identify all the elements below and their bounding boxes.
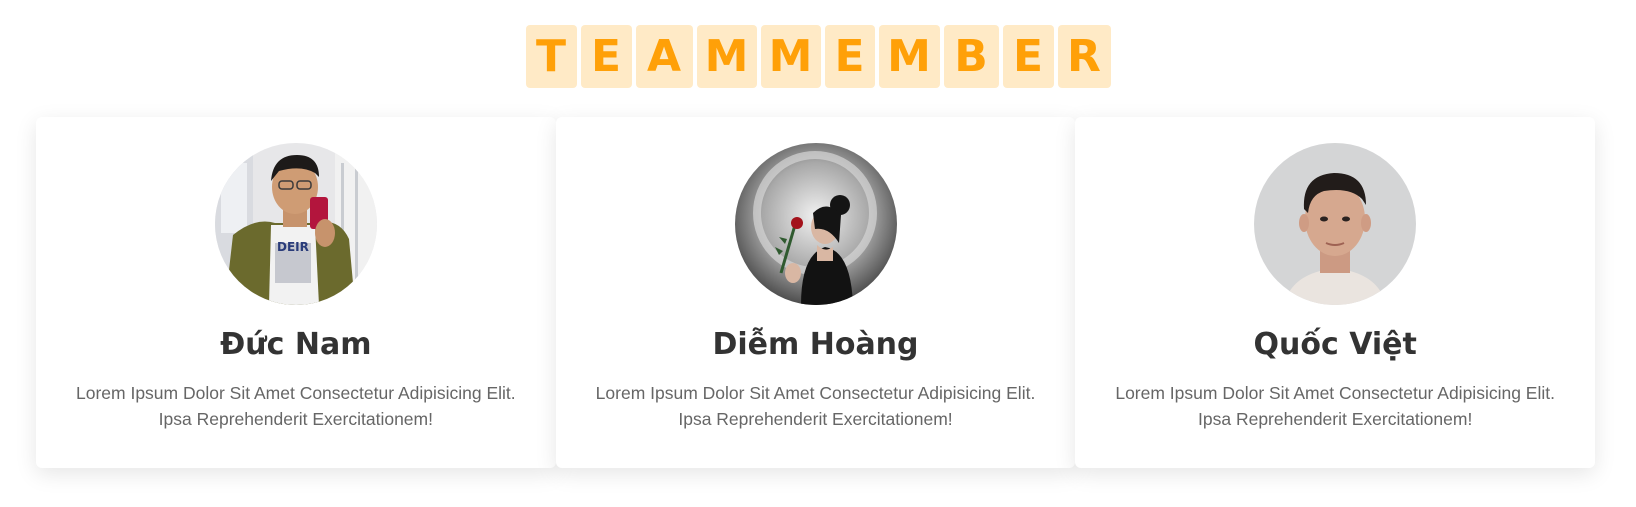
member-name: Diễm Hoàng bbox=[712, 327, 919, 362]
member-description: Lorem Ipsum Dolor Sit Amet Consectetur A… bbox=[1115, 383, 1555, 429]
team-cards: DEIR Đức Nam Lorem Ipsum Dolor Sit Amet … bbox=[36, 117, 1596, 468]
section-title: T E A M M E M B E R bbox=[0, 25, 1636, 88]
title-letter: M bbox=[878, 25, 940, 88]
avatar bbox=[734, 143, 897, 305]
avatar: DEIR bbox=[214, 143, 377, 305]
member-description: Lorem Ipsum Dolor Sit Amet Consectetur A… bbox=[595, 383, 1036, 429]
title-letter: M bbox=[696, 25, 757, 88]
team-card: Quốc Việt Lorem Ipsum Dolor Sit Amet Con… bbox=[1075, 117, 1596, 468]
avatar bbox=[1254, 143, 1417, 305]
title-letter: E bbox=[1002, 25, 1054, 88]
svg-text:DEIR: DEIR bbox=[277, 240, 309, 254]
title-letter: B bbox=[943, 25, 999, 88]
title-letter: M bbox=[760, 25, 821, 88]
team-card: Diễm Hoàng Lorem Ipsum Dolor Sit Amet Co… bbox=[555, 117, 1076, 468]
title-letter: E bbox=[580, 25, 632, 88]
member-description: Lorem Ipsum Dolor Sit Amet Consectetur A… bbox=[76, 383, 516, 429]
title-letter: R bbox=[1057, 25, 1111, 88]
member-name: Quốc Việt bbox=[1253, 327, 1417, 362]
member-name: Đức Nam bbox=[220, 327, 372, 362]
title-letter: E bbox=[824, 25, 875, 88]
team-card: DEIR Đức Nam Lorem Ipsum Dolor Sit Amet … bbox=[36, 117, 556, 468]
title-letter: A bbox=[635, 25, 693, 88]
title-letter: T bbox=[525, 25, 577, 88]
